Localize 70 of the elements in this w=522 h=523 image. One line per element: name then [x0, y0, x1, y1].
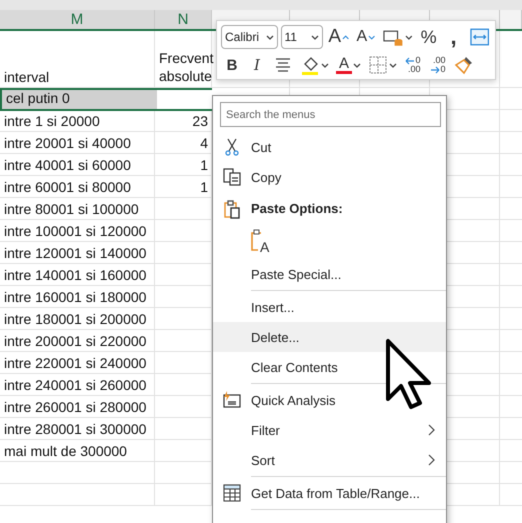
quick-analysis-icon [222, 390, 242, 410]
caret-down-icon [368, 34, 376, 40]
caret-icon [311, 34, 320, 40]
table-cell-text: intre 280001 si 300000 [3, 420, 148, 439]
paintbrush-icon [454, 55, 474, 75]
caret-icon [389, 62, 397, 68]
caret-icon [321, 62, 329, 68]
clipboard-icon [222, 198, 242, 218]
menu-item[interactable]: Get Data from Table/Range... [213, 478, 446, 508]
table-cell-text: intre 60001 si 80000 [3, 178, 132, 197]
table-cell-text: interval [3, 68, 50, 87]
column-header[interactable]: M [0, 10, 155, 29]
font-select[interactable]: Calibri [221, 25, 278, 49]
table-cell-text: intre 120001 si 140000 [3, 244, 148, 263]
shrink-font-button[interactable]: A [354, 25, 378, 49]
table-cell-text: intre 260001 si 280000 [3, 398, 148, 417]
menu-item[interactable]: Quick Analysis [213, 385, 446, 415]
table-cell-text: mai mult de 300000 [3, 442, 128, 461]
increase-decimal-button[interactable]: 0 .00 [402, 53, 424, 77]
italic-button[interactable]: I [246, 53, 268, 77]
caret-icon [404, 34, 413, 40]
table-cell-text: intre 180001 si 200000 [3, 310, 148, 329]
table-cell: 1 [200, 157, 208, 173]
font-size-select[interactable]: 11 [280, 25, 324, 49]
bold-button[interactable]: B [221, 53, 243, 77]
grow-font-button[interactable]: A [326, 25, 352, 49]
menu-item[interactable]: Clear Contents [213, 352, 446, 382]
table-cell-text: intre 140001 si 160000 [3, 266, 148, 285]
table-cell-text: intre 1 si 20000 [3, 112, 101, 131]
chevron-right-icon [427, 424, 436, 436]
table-cell-text: intre 40001 si 60000 [3, 156, 132, 175]
table-cell: 1 [200, 179, 208, 195]
column-header[interactable]: N [155, 10, 212, 29]
table-cell-text: intre 200001 si 220000 [3, 332, 148, 351]
menu-item[interactable]: Insert... [213, 292, 446, 322]
menu-item[interactable]: Paste Special... [213, 259, 446, 289]
paste-text-button[interactable]: A [251, 229, 273, 255]
paint-bucket-icon [300, 55, 320, 75]
menu-heading: Paste Options: [251, 201, 343, 216]
font-color-button[interactable]: A [334, 53, 363, 77]
menu-item[interactable]: Sort [213, 445, 446, 475]
search-field[interactable]: Search the menus [220, 102, 441, 127]
table-cell-text: intre 100001 si 120000 [3, 222, 148, 241]
table-cell-text: intre 80001 si 100000 [3, 200, 140, 219]
percent-button[interactable]: % [418, 25, 440, 49]
cursor-icon [385, 338, 433, 410]
comma-style-button[interactable]: , [442, 25, 465, 49]
menu-item[interactable]: Delete... [213, 322, 446, 352]
menu-item[interactable]: Cut [213, 132, 446, 162]
table-cell-text: intre 220001 si 240000 [3, 354, 148, 373]
menu-item[interactable]: Copy [213, 162, 446, 192]
borders-icon [368, 55, 388, 75]
table-cell: Frecvent absolute [159, 49, 214, 85]
caret-up-icon [342, 34, 350, 40]
table-cell-text: intre 20001 si 40000 [3, 134, 132, 153]
table-cell-text: intre 160001 si 180000 [3, 288, 148, 307]
chevron-right-icon [427, 454, 436, 466]
arrow-left-icon [405, 56, 416, 64]
table-icon [222, 483, 242, 503]
decrease-decimal-button[interactable]: .00 0 [427, 53, 449, 77]
wrap-icon [470, 27, 489, 47]
caret-icon [353, 62, 361, 68]
table-cell: cel putin 0 [2, 90, 157, 109]
caret-icon [266, 34, 274, 40]
copy-icon [222, 167, 242, 187]
table-cell-text: intre 240001 si 260000 [3, 376, 148, 395]
arrow-right-icon [430, 66, 440, 74]
table-cell: 4 [200, 135, 208, 151]
table-cell: 23 [192, 113, 208, 129]
menu-item[interactable]: Filter [213, 415, 446, 445]
